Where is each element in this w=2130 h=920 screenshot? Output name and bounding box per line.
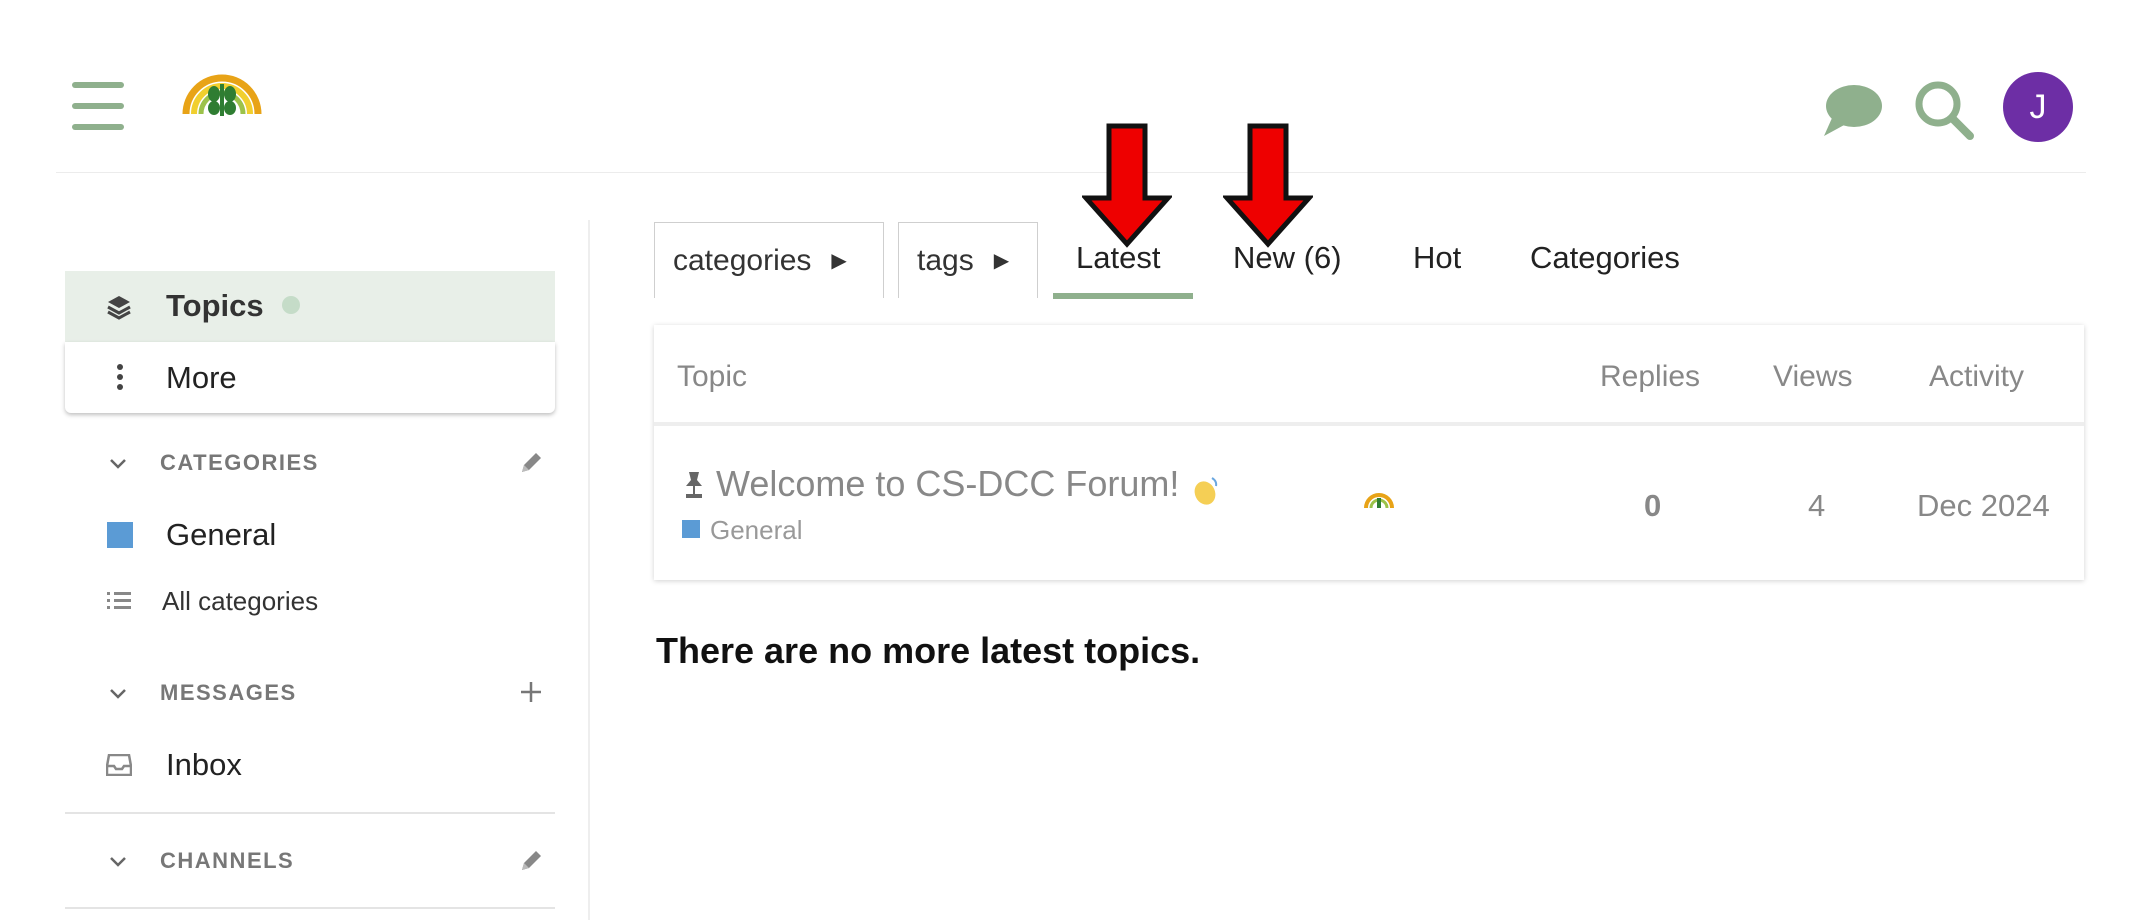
activity-date[interactable]: Dec 2024 bbox=[1917, 488, 2050, 524]
category-badge-square bbox=[682, 520, 700, 538]
sidebar-item-inbox[interactable] bbox=[65, 736, 555, 796]
sidebar-item-topics[interactable] bbox=[65, 271, 555, 342]
categories-dropdown-label: categories bbox=[673, 243, 812, 277]
categories-section-heading[interactable]: CATEGORIES bbox=[160, 450, 319, 476]
category-color-square bbox=[107, 522, 133, 548]
more-vertical-icon bbox=[117, 364, 123, 395]
tags-dropdown[interactable]: tags ▶ bbox=[898, 222, 1038, 298]
views-count: 4 bbox=[1808, 488, 1826, 523]
avatar-letter: J bbox=[2029, 87, 2047, 126]
active-tab-indicator bbox=[1053, 293, 1193, 299]
sidebar-item-all-categories-label: All categories bbox=[162, 586, 319, 616]
tab-hot[interactable]: Hot bbox=[1413, 240, 1461, 276]
header-row-divider bbox=[654, 422, 2084, 426]
sidebar-divider bbox=[65, 812, 555, 814]
chevron-down-icon[interactable] bbox=[108, 454, 128, 479]
column-header-replies[interactable]: Replies bbox=[1600, 360, 1700, 394]
plus-icon[interactable] bbox=[519, 680, 543, 709]
tags-dropdown-label: tags bbox=[917, 243, 974, 277]
sidebar-item-more-label: More bbox=[166, 360, 237, 395]
column-header-views[interactable]: Views bbox=[1773, 360, 1852, 394]
column-header-activity[interactable]: Activity bbox=[1929, 360, 2024, 394]
sidebar-item-general[interactable] bbox=[65, 506, 555, 566]
tab-latest[interactable]: Latest bbox=[1076, 240, 1160, 276]
column-header-topic[interactable]: Topic bbox=[677, 360, 747, 394]
replies-count: 0 bbox=[1644, 488, 1662, 523]
pencil-icon[interactable] bbox=[518, 450, 544, 481]
search-icon[interactable] bbox=[1912, 78, 1976, 142]
sidebar-divider bbox=[65, 907, 555, 909]
sidebar-item-topics-label: Topics bbox=[166, 288, 264, 323]
tab-categories[interactable]: Categories bbox=[1530, 240, 1680, 276]
poster-avatar[interactable] bbox=[1364, 490, 1394, 515]
pencil-icon[interactable] bbox=[518, 848, 544, 879]
chevron-down-icon[interactable] bbox=[108, 684, 128, 709]
sidebar-border bbox=[588, 220, 590, 920]
category-badge-link[interactable]: General bbox=[710, 515, 803, 546]
list-icon bbox=[107, 590, 131, 617]
sidebar-item-more[interactable] bbox=[65, 342, 555, 413]
new-activity-dot bbox=[282, 296, 300, 314]
messages-section-heading[interactable]: MESSAGES bbox=[160, 680, 297, 706]
categories-dropdown[interactable]: categories ▶ bbox=[654, 222, 884, 298]
pin-icon bbox=[683, 470, 705, 503]
user-avatar[interactable]: J bbox=[2003, 72, 2073, 142]
header-divider bbox=[56, 172, 2086, 173]
no-more-topics-message: There are no more latest topics. bbox=[656, 630, 1201, 671]
topic-title-link[interactable]: Welcome to CS-DCC Forum! bbox=[716, 463, 1179, 505]
sidebar-item-inbox-label: Inbox bbox=[166, 747, 242, 782]
annotation-arrow-new bbox=[1221, 122, 1315, 248]
caret-right-icon: ▶ bbox=[831, 250, 847, 272]
waving-hand-emoji-icon bbox=[1190, 475, 1220, 512]
tab-new[interactable]: New (6) bbox=[1233, 240, 1342, 276]
caret-right-icon: ▶ bbox=[993, 250, 1010, 272]
inbox-icon bbox=[105, 753, 133, 781]
layers-icon bbox=[106, 294, 132, 325]
channels-section-heading[interactable]: CHANNELS bbox=[160, 848, 294, 874]
forum-logo[interactable] bbox=[180, 70, 264, 118]
hamburger-menu-icon[interactable] bbox=[72, 82, 124, 130]
chat-icon[interactable] bbox=[1820, 80, 1884, 138]
chevron-down-icon[interactable] bbox=[108, 852, 128, 877]
sidebar-item-general-label: General bbox=[166, 517, 277, 552]
annotation-arrow-latest bbox=[1080, 122, 1174, 248]
